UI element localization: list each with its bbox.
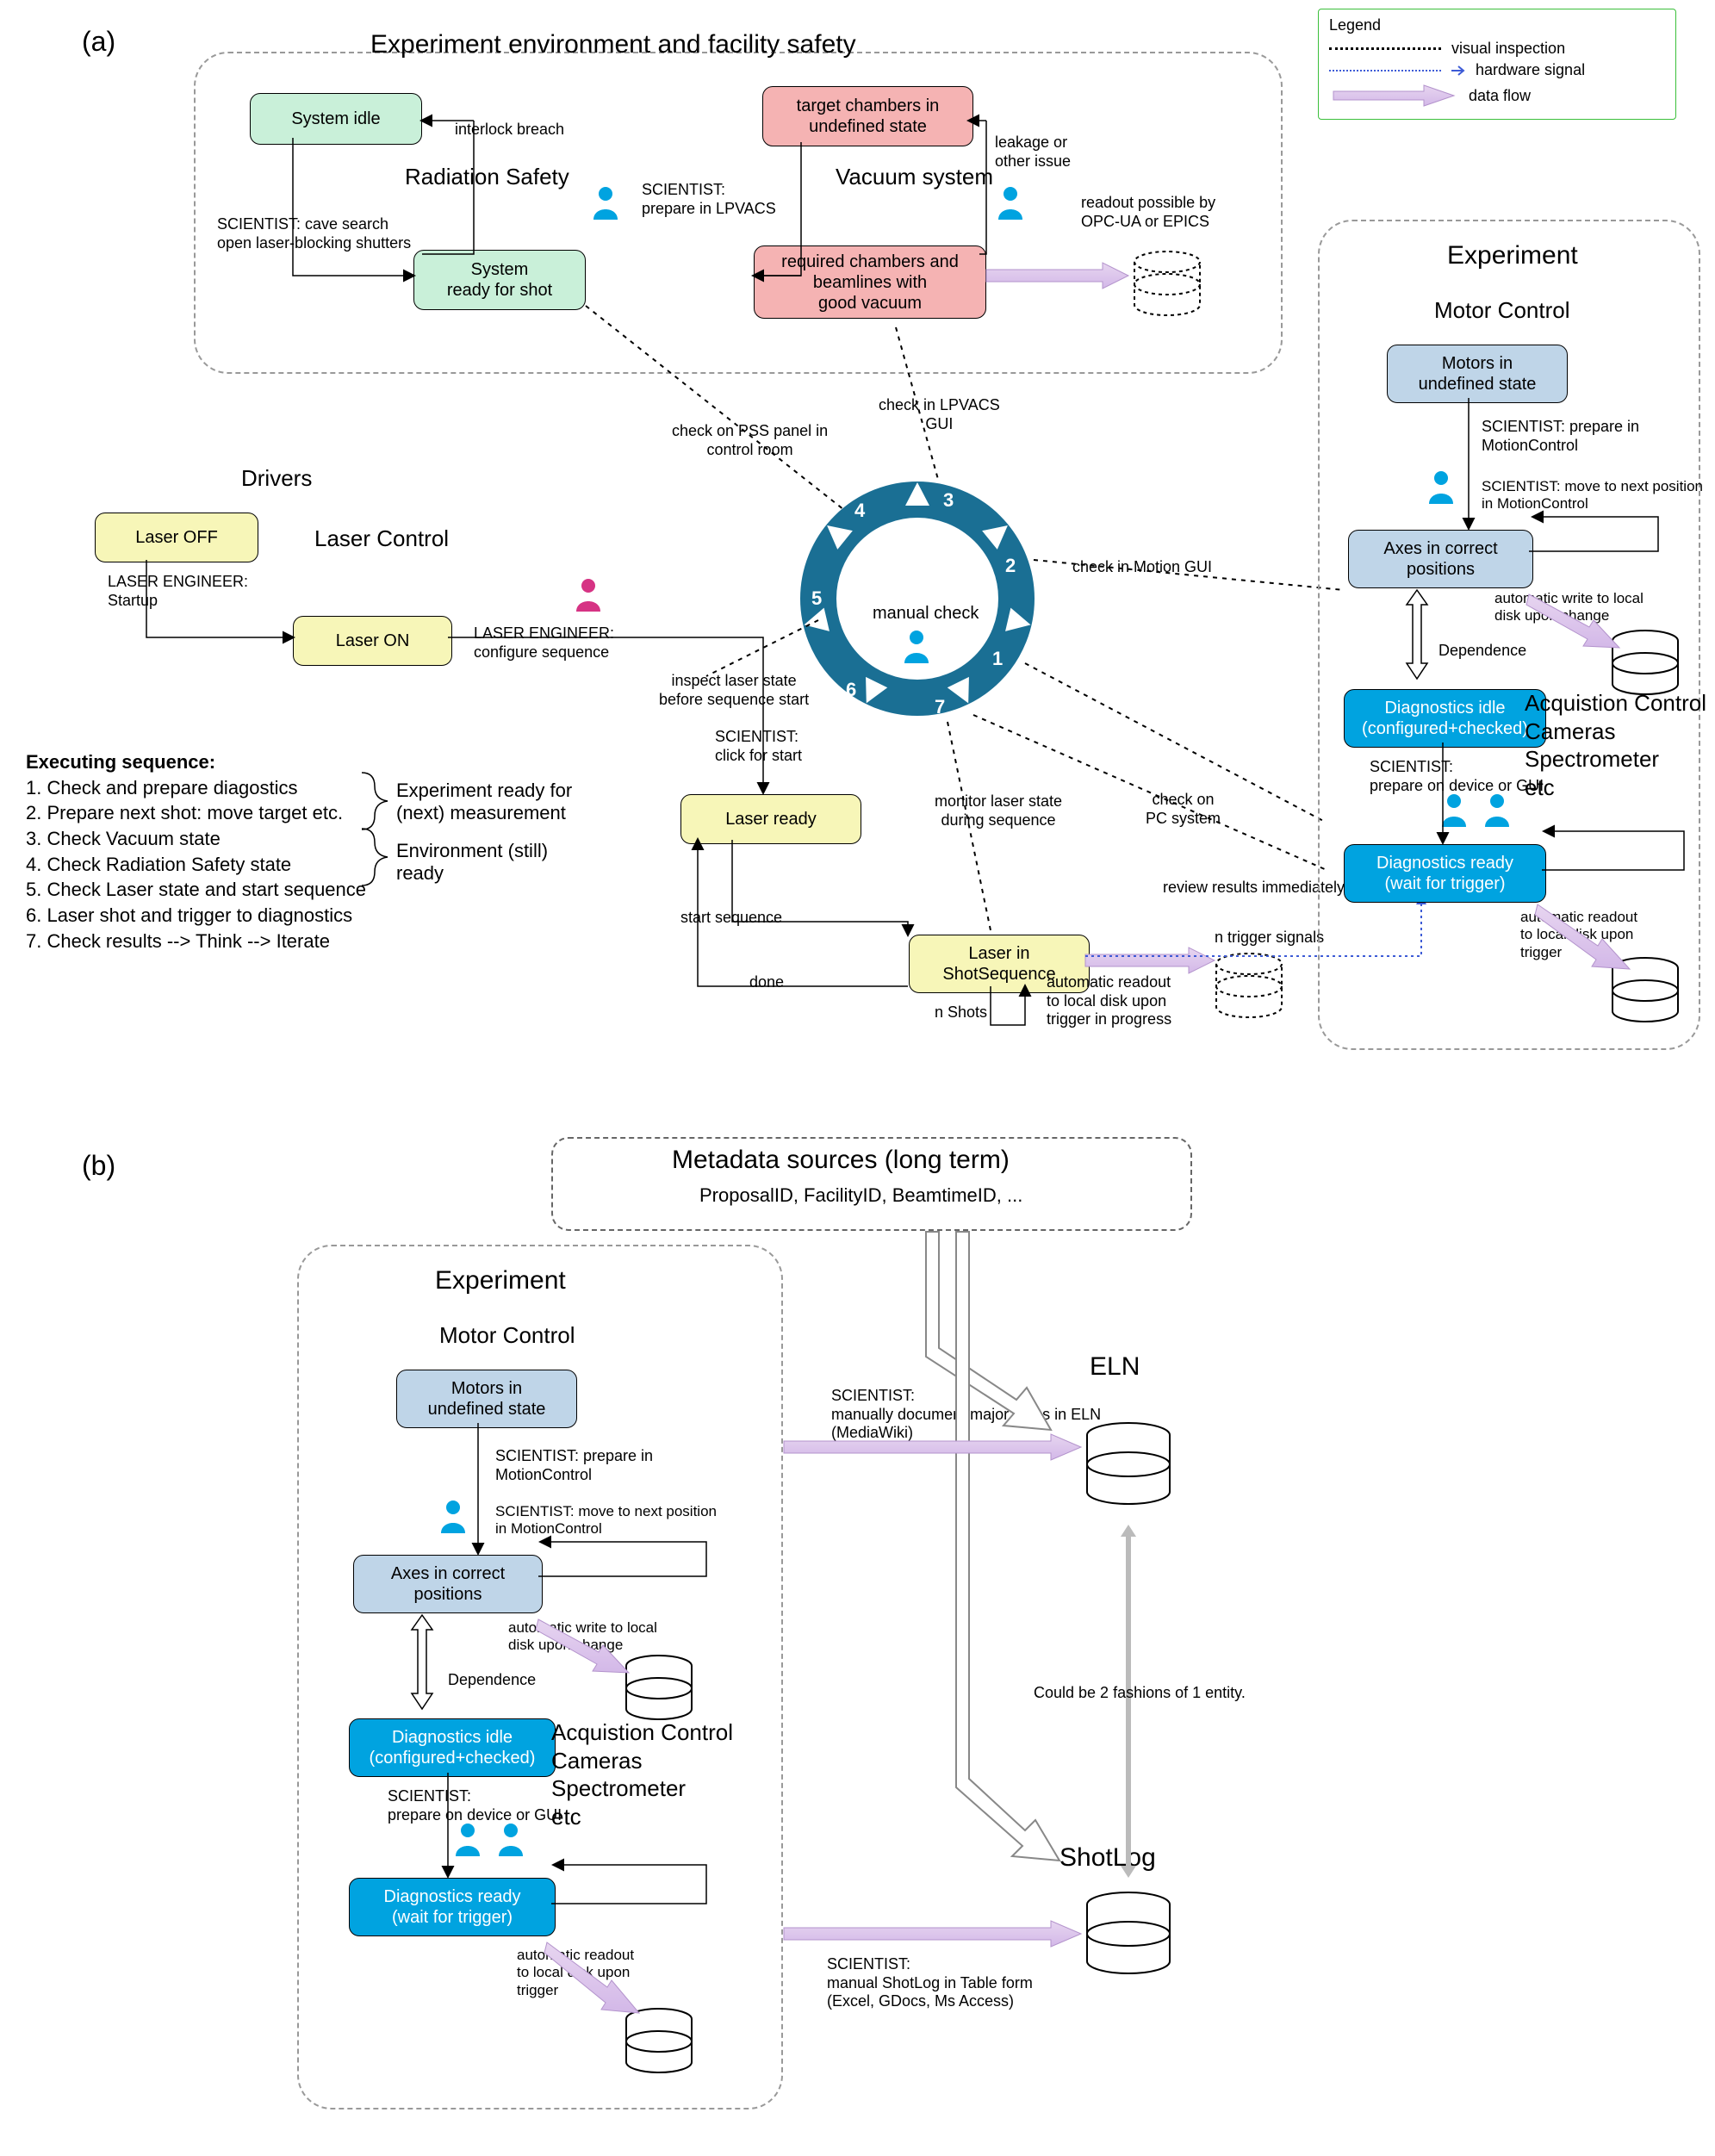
dataflow-arrow: [780, 1917, 1090, 1951]
hdr-experiment-b: Experiment: [435, 1266, 566, 1295]
edge-lpvacs-gui: check in LPVACS GUI: [879, 396, 1000, 433]
edge-monitor-laser: monitor laser state during sequence: [935, 792, 1062, 829]
edge-pss: check on PSS panel in control room: [672, 422, 828, 459]
edge-motion-gui: check in Motion GUI: [1072, 558, 1212, 577]
outline-arrows-b: [775, 1227, 1120, 2003]
dataflow-arrow: [780, 1430, 1090, 1464]
hdr-motor-control-b: Motor Control: [439, 1322, 575, 1349]
panel-label-b: (b): [82, 1150, 115, 1182]
edge-ntrigger: n trigger signals: [1215, 929, 1324, 948]
hdr-experiment-a: Experiment: [1447, 241, 1578, 270]
arrows-exp-a: [1339, 345, 1710, 913]
edge-two-fashions: Could be 2 fashions of 1 entity.: [1034, 1684, 1246, 1703]
hdr-motor-control-a: Motor Control: [1434, 297, 1570, 324]
edge-check-pc: check on PC system: [1146, 791, 1221, 828]
hdr-metadata: Metadata sources (long term): [672, 1146, 1010, 1175]
metadata-sub: ProposalID, FacilityID, BeamtimeID, ...: [699, 1184, 1022, 1207]
arrows-exp-b: [345, 1370, 758, 1955]
